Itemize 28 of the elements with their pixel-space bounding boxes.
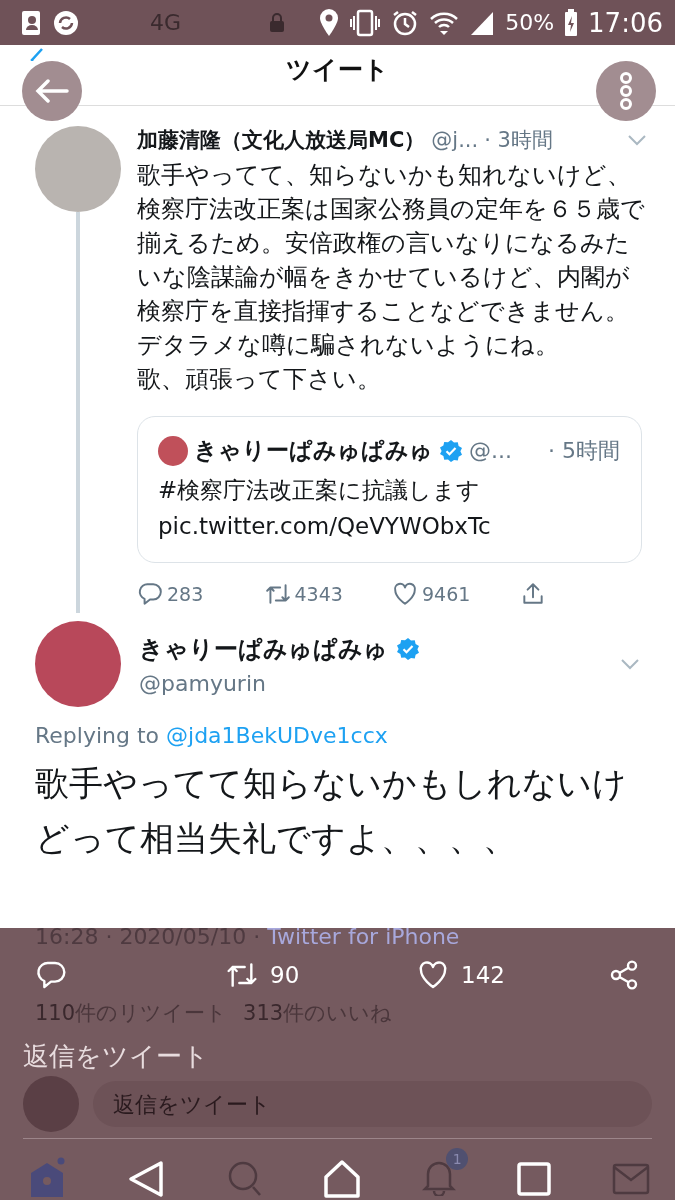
source-link[interactable]: Twitter for iPhone [267,924,460,949]
action-count: 90 [270,962,300,988]
author-handle: @j... [431,128,479,152]
tweet-text: 歌、頑張って下さい。 [137,364,382,395]
notification-badge: 1 [446,1148,469,1170]
reply-label: 返信をツイート [23,1040,209,1073]
action-count: 283 [167,583,204,605]
author-name[interactable]: きゃりーぱみゅぱみゅ [139,632,388,665]
action-count: 142 [461,962,505,988]
action-count: 4343 [294,583,343,605]
tweet-time: · 3時間 [484,127,553,154]
tweet-text: 歌手やってて、知らないかも知れないけど、検察庁法改正案は国家公務員の定年を６５歳で揃えるため。安倍政権の言いなりになるみたいな陰謀論が幅をきかせているけど、内閣が検察庁を直接指揮することなどできません。デタラメな噂に騙されないようにね。 [137,160,646,361]
quoted-author-name: きゃりーぱみゅぱみゅ [194,436,433,465]
clock-time: 17:06 [588,7,663,38]
quoted-handle: @... [469,438,512,463]
hashtag-text: #検察庁法改正案に抗議します [158,476,482,505]
page-title: ツイート [286,54,389,86]
reply-input-field[interactable]: 返信をツイート [93,1081,652,1127]
link-text: pic.twitter.com/QeVYWObxTc [158,512,492,541]
replying-label: Replying to [35,723,160,748]
quoted-tweet-card[interactable]: きゃりーぱみゅぱみゅ @... · 5時間 #検察庁法改正案に抗議します pic.twitter.com/QeVYWObxTc [137,416,642,563]
action-count: 9461 [422,583,471,605]
battery-percent: 50% [505,10,555,35]
quoted-time: · 5時間 [548,436,620,465]
author-name[interactable]: 加藤清隆（文化人放送局MC） [137,126,426,154]
mention-link[interactable]: @jda1BekUDve1ccx [166,723,388,748]
author-handle: @pamyurin [139,670,267,696]
tweet-text: 歌手やってて知らないかもしれないけどって相当失礼ですよ、、、、 [35,762,628,860]
